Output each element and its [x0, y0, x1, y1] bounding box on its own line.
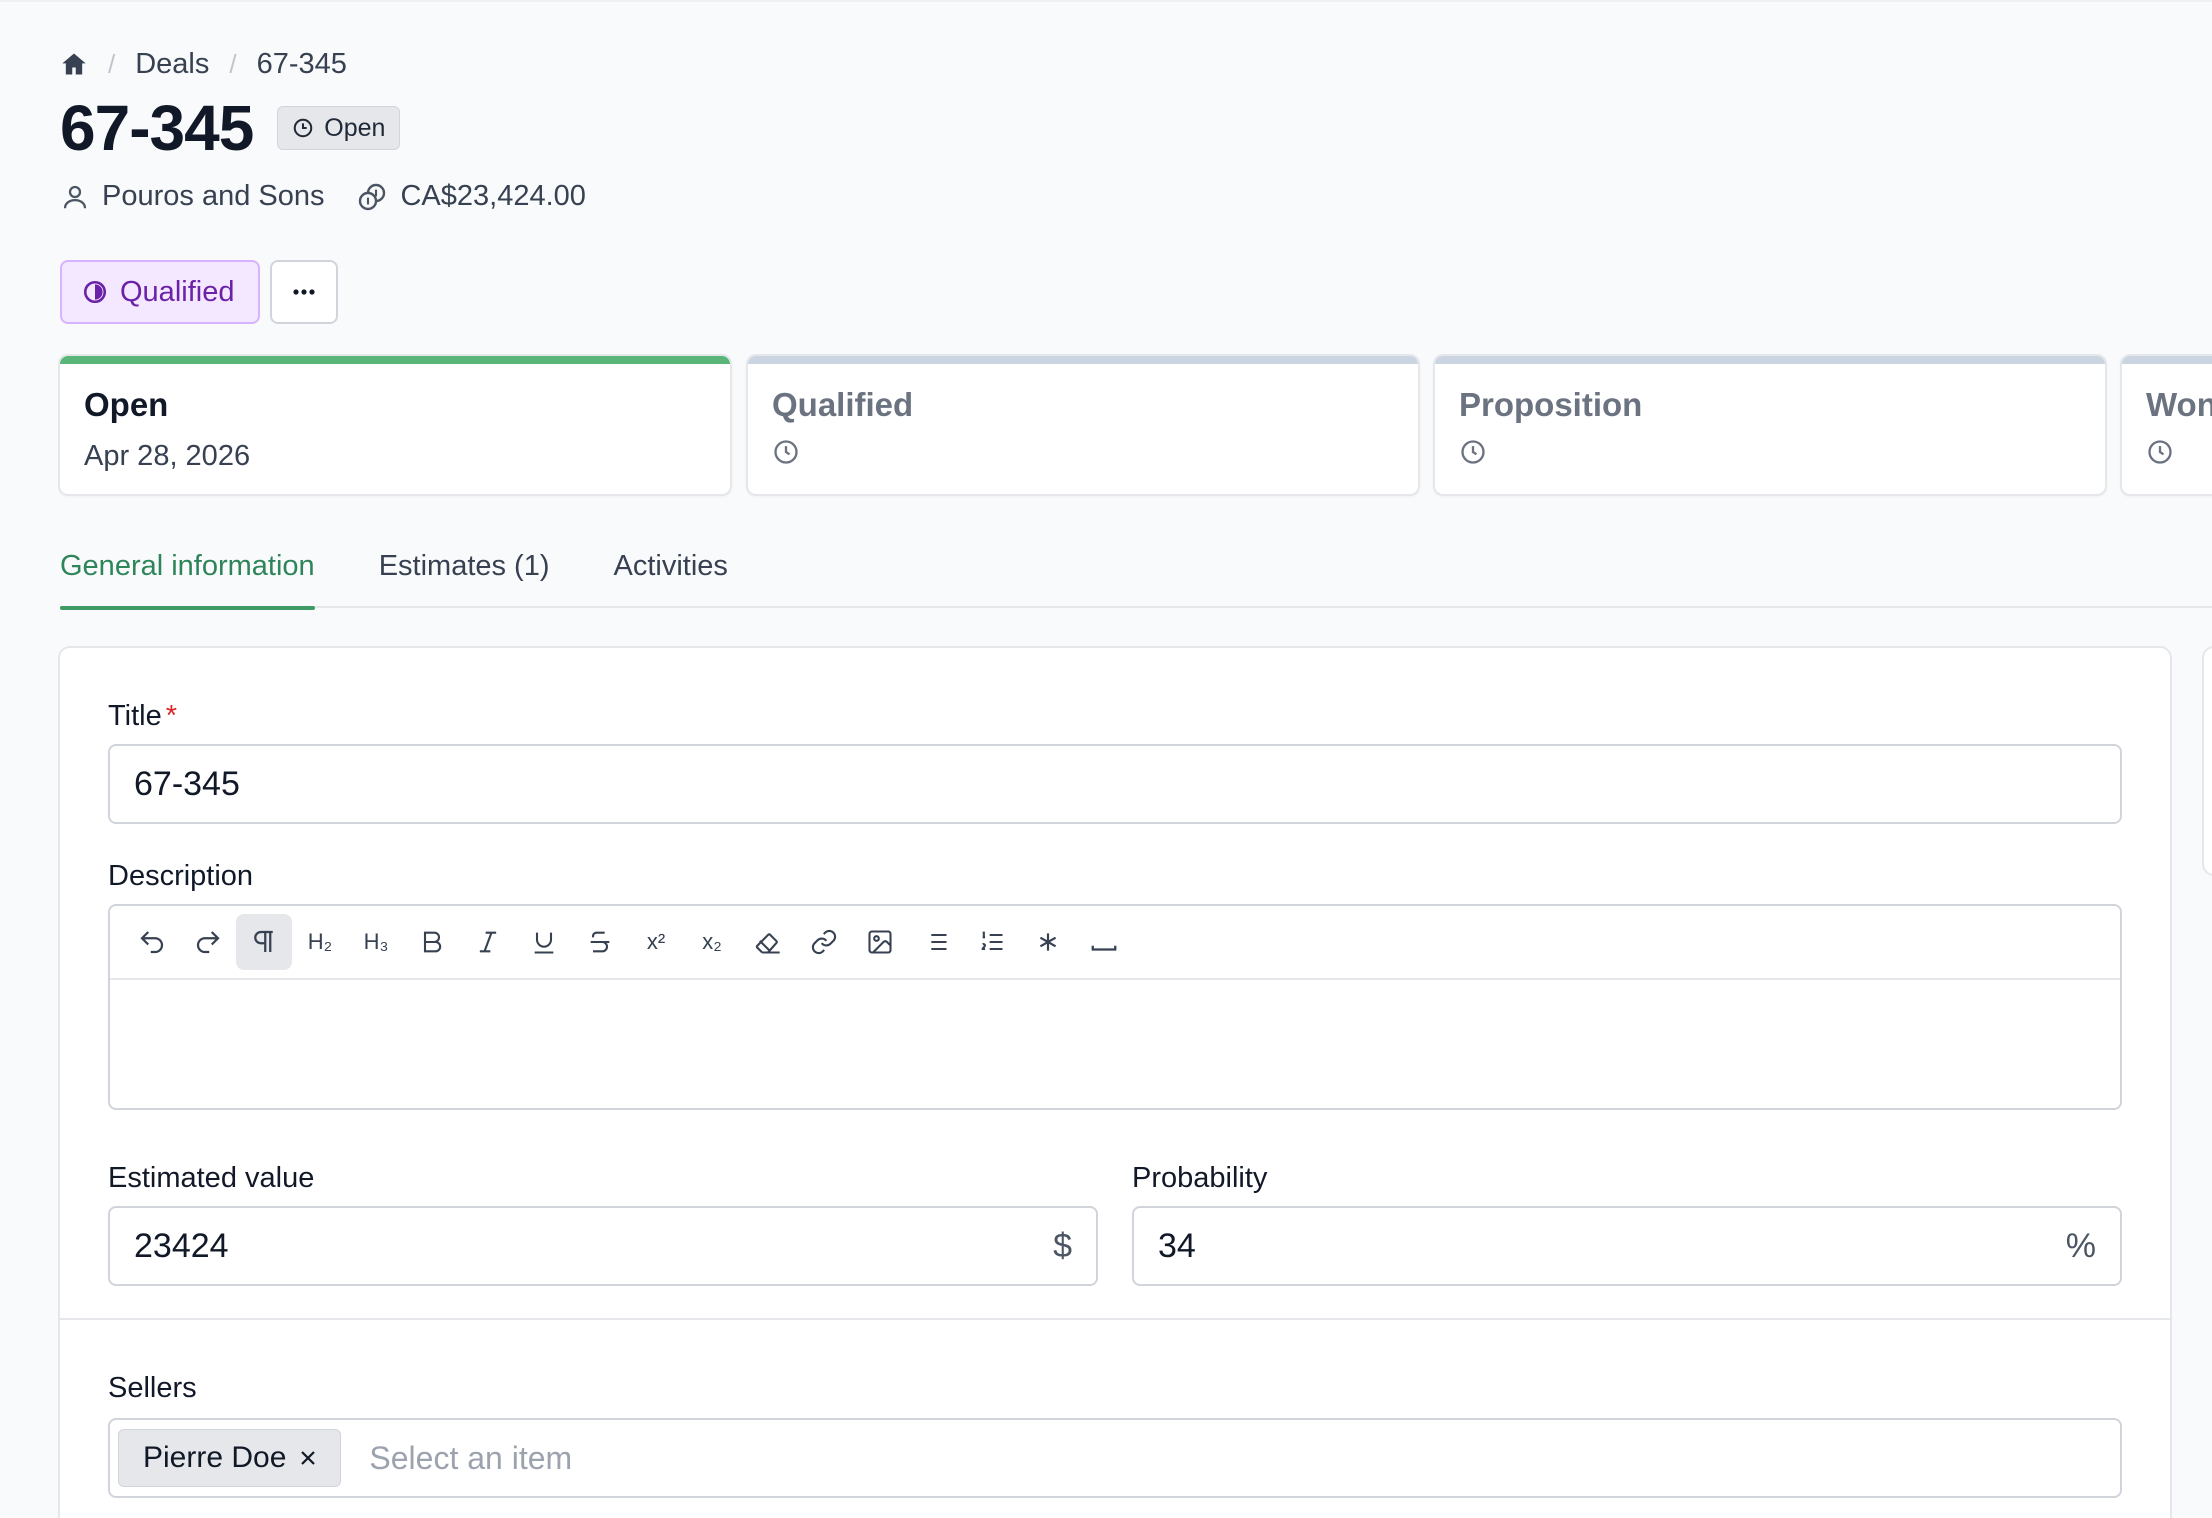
underline-icon[interactable] [516, 914, 572, 970]
status-badge: Open [277, 106, 401, 150]
deal-amount: CA$23,424.00 [400, 180, 586, 212]
superscript-icon[interactable]: x² [628, 914, 684, 970]
stage-name: Qualified [772, 386, 914, 423]
undo-icon[interactable] [124, 914, 180, 970]
tab-estimates[interactable]: Estimates (1) [379, 540, 550, 608]
stage-progress-bar [2122, 356, 2212, 364]
redo-icon[interactable] [180, 914, 236, 970]
stage-status-button[interactable]: Qualified [60, 260, 261, 324]
title-row: 67-345 Open [60, 88, 401, 168]
top-border [0, 0, 2212, 2]
title-label-text: Title [108, 700, 162, 732]
horizontal-rule-icon[interactable] [1076, 914, 1132, 970]
sellers-placeholder: Select an item [369, 1439, 573, 1476]
tab-general-information[interactable]: General information [60, 540, 315, 610]
clock-icon [774, 440, 798, 464]
link-icon[interactable] [796, 914, 852, 970]
amount-meta: CA$23,424.00 [356, 180, 586, 213]
seller-chip: Pierre Doe [118, 1429, 342, 1487]
deal-meta: Pouros and Sons CA$23,424.00 [60, 180, 618, 213]
estimated-value-text: 23424 [134, 1226, 229, 1265]
company-name[interactable]: Pouros and Sons [102, 180, 324, 213]
tab-activities[interactable]: Activities [614, 540, 728, 608]
more-actions-button[interactable] [270, 260, 339, 324]
stage-progress-bar [748, 356, 1418, 364]
breadcrumb: / Deals / 67-345 [60, 46, 347, 82]
home-icon[interactable] [60, 50, 88, 78]
estimated-value-label: Estimated value [108, 1162, 315, 1194]
stage-card-won[interactable]: Won [2120, 354, 2212, 496]
breadcrumb-separator: / [229, 48, 237, 79]
sellers-multiselect[interactable]: Pierre Doe Select an item [108, 1418, 2122, 1498]
probability-text: 34 [1158, 1226, 1196, 1265]
bullet-list-icon[interactable] [908, 914, 964, 970]
breadcrumb-deals-link[interactable]: Deals [135, 48, 209, 81]
stage-card-proposition[interactable]: Proposition [1433, 354, 2107, 496]
stage-status-label: Qualified [120, 275, 235, 308]
breadcrumb-separator: / [108, 48, 116, 79]
tab-bar: General information Estimates (1) Activi… [60, 540, 2212, 610]
coins-icon [359, 183, 386, 210]
probability-input[interactable]: 34 % [1132, 1206, 2122, 1286]
page-title: 67-345 [60, 92, 254, 164]
paragraph-icon[interactable] [236, 914, 292, 970]
pipeline-stages: Open Apr 28, 2026 Qualified Proposition … [58, 354, 2212, 498]
italic-icon[interactable] [460, 914, 516, 970]
half-circle-icon [83, 280, 107, 304]
seller-chip-label: Pierre Doe [143, 1441, 287, 1474]
editor-toolbar: H₂ H₃ x² x₂ [110, 906, 2120, 980]
percent-suffix: % [2065, 1226, 2096, 1265]
title-input[interactable]: 67-345 [108, 744, 2122, 824]
sellers-label: Sellers [108, 1372, 197, 1404]
ordered-list-icon[interactable] [964, 914, 1020, 970]
description-editor: H₂ H₃ x² x₂ [108, 904, 2122, 1110]
description-label: Description [108, 860, 254, 892]
strikethrough-icon[interactable] [572, 914, 628, 970]
asterisk-icon[interactable] [1020, 914, 1076, 970]
heading-3-icon[interactable]: H₃ [348, 914, 404, 970]
clear-format-icon[interactable] [740, 914, 796, 970]
stage-card-open[interactable]: Open Apr 28, 2026 [58, 354, 732, 496]
status-badge-label: Open [324, 113, 386, 142]
breadcrumb-current: 67-345 [256, 47, 347, 80]
estimated-value-input[interactable]: 23424 $ [108, 1206, 1098, 1286]
stage-progress-bar [60, 356, 730, 364]
bold-icon[interactable] [404, 914, 460, 970]
heading-2-icon[interactable]: H₂ [292, 914, 348, 970]
stage-name: Won [2146, 386, 2212, 423]
currency-suffix: $ [1053, 1226, 1072, 1265]
title-input-value: 67-345 [134, 764, 240, 803]
clock-icon [1461, 440, 1485, 464]
subscript-icon[interactable]: x₂ [684, 914, 740, 970]
description-textarea[interactable] [110, 980, 2120, 1108]
title-label: Title * [108, 700, 177, 733]
stage-name: Open [84, 386, 169, 423]
close-icon[interactable] [296, 1446, 320, 1470]
user-icon [63, 185, 87, 208]
side-panel-edge [2202, 646, 2212, 876]
stage-name: Proposition [1459, 386, 1643, 423]
clock-icon [2148, 440, 2172, 464]
image-icon[interactable] [852, 914, 908, 970]
stage-progress-bar [1435, 356, 2105, 364]
ellipsis-icon [293, 289, 316, 295]
required-marker: * [165, 700, 178, 732]
probability-label: Probability [1132, 1162, 1268, 1194]
stage-card-qualified[interactable]: Qualified [746, 354, 1420, 496]
general-information-form: Title * 67-345 Description H₂ H₃ x² x₂ Es… [58, 646, 2172, 1518]
stage-date: Apr 28, 2026 [84, 440, 251, 472]
section-divider [60, 1318, 2170, 1320]
company-meta: Pouros and Sons [60, 180, 324, 213]
action-row: Qualified [60, 260, 339, 324]
clock-icon [294, 118, 313, 138]
